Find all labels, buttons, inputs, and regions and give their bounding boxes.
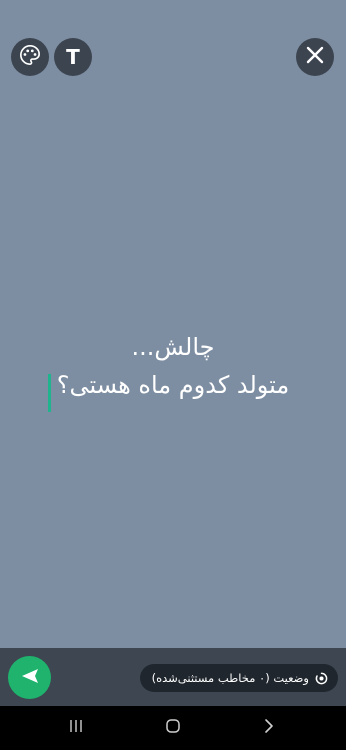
status-ring-icon [315,672,328,685]
close-button[interactable] [296,38,334,76]
status-privacy-button[interactable]: وضعیت (۰ مخاطب مستثنی‌شده) [139,664,338,692]
close-icon [305,45,325,69]
send-button[interactable] [8,656,51,699]
send-icon [19,665,41,691]
back-button[interactable] [258,718,280,738]
text-style-button[interactable]: T [54,38,92,76]
status-text-editor[interactable]: چالش... متولد کدوم ماه هستی؟ [0,328,346,404]
status-text-line-1: چالش... [131,333,215,361]
status-privacy-label: وضعیت (۰ مخاطب مستثنی‌شده) [151,671,309,685]
palette-icon [19,44,41,70]
home-icon [165,718,181,738]
back-icon [262,718,276,738]
text-caret [48,374,51,412]
recent-apps-icon [68,718,84,738]
text-tool-label: T [66,45,80,69]
palette-button[interactable] [11,38,49,76]
recent-apps-button[interactable] [64,718,88,738]
home-button[interactable] [162,718,184,738]
status-text-line-2: متولد کدوم ماه هستی؟ [56,371,290,399]
system-navigation-bar [0,706,346,750]
